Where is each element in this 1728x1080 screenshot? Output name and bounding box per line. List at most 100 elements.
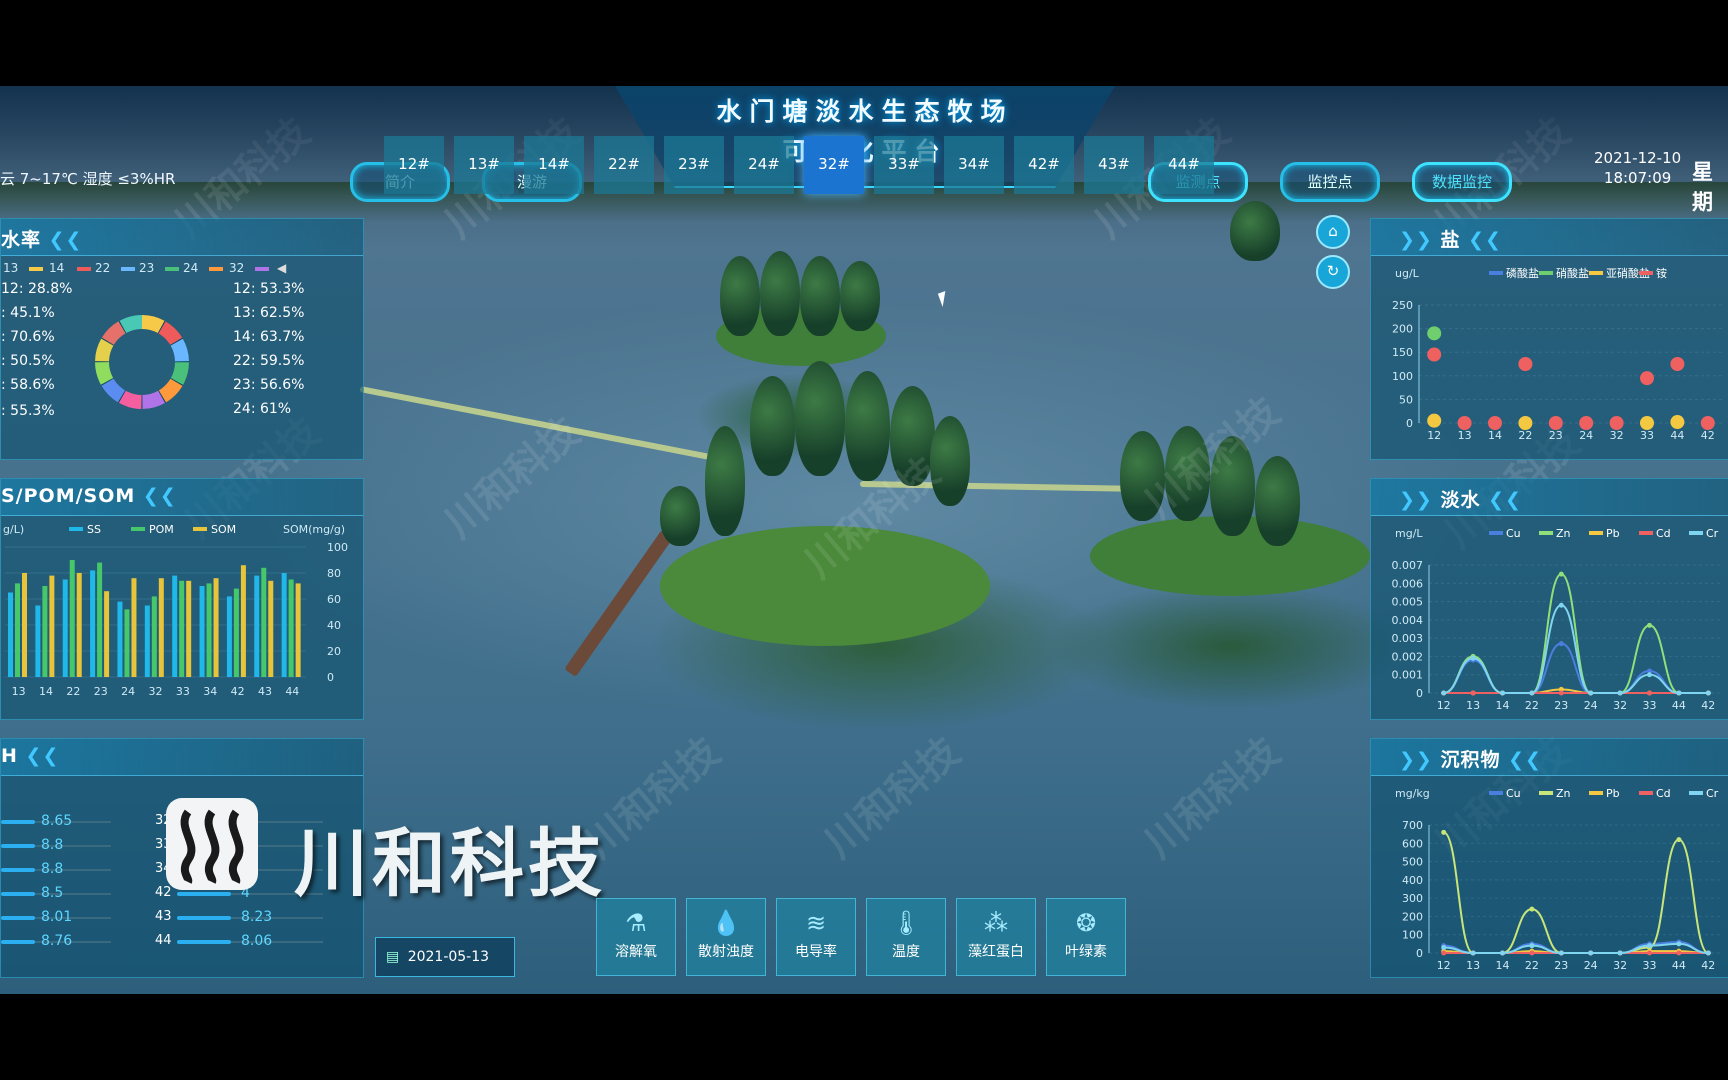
legend-swatch xyxy=(77,267,91,271)
line-point xyxy=(1529,943,1535,949)
scatter-point xyxy=(1609,416,1624,430)
station-tab-22[interactable]: 22# xyxy=(594,136,654,194)
ph-value: 8.8 xyxy=(41,861,64,877)
legend-swatch xyxy=(1589,531,1603,535)
bar-som xyxy=(295,583,301,677)
sediment-panel: ❯❯ 沉积物 ❮❮ mg/kg Cu Zn Pb Cd Cr 700 600 500 400 300… xyxy=(1370,738,1728,978)
station-tab-34[interactable]: 34# xyxy=(944,136,1004,194)
x-tick-label: 24 xyxy=(121,685,135,698)
station-tab-14[interactable]: 14# xyxy=(524,136,584,194)
y-tick-label: 0.002 xyxy=(1392,650,1424,663)
line-point xyxy=(1558,602,1564,608)
moisture-value: 14: 63.7% xyxy=(233,329,305,345)
scatter-point xyxy=(1700,416,1715,430)
y-tick-label: 100 xyxy=(327,541,348,554)
home-icon: ⌂ xyxy=(1328,222,1338,240)
ph-bar xyxy=(1,892,35,896)
line-point xyxy=(1558,950,1564,956)
panel-title: S/POM/SOM ❮❮ xyxy=(1,485,177,507)
ph-value: 8.5 xyxy=(41,885,64,901)
ph-value: 8.06 xyxy=(241,933,273,949)
station-tab-43[interactable]: 43# xyxy=(1084,136,1144,194)
bar-som xyxy=(158,578,164,677)
station-tab-23[interactable]: 23# xyxy=(664,136,724,194)
legend-label: Pb xyxy=(1606,527,1620,540)
date-picker[interactable]: ▤ 2021-05-13 xyxy=(375,937,515,977)
legend-page-left-icon[interactable]: ◀ xyxy=(277,261,286,275)
legend-swatch xyxy=(69,527,83,531)
legend-label: 23 xyxy=(139,261,155,275)
line-point xyxy=(1588,690,1594,696)
line-point xyxy=(1500,690,1505,696)
station-tab-32[interactable]: 32# xyxy=(804,136,864,194)
tool-button-turbidity[interactable]: 💧 散射浊度 xyxy=(686,898,766,976)
x-tick-label: 42 xyxy=(1701,699,1715,712)
bar-ss xyxy=(144,605,150,677)
y-tick-label: 400 xyxy=(1402,874,1423,887)
bar-pom xyxy=(69,560,75,677)
line-point xyxy=(1470,950,1476,956)
tool-button-dissolved-oxygen[interactable]: ⚗ 溶解氧 xyxy=(596,898,676,976)
x-tick-label: 43 xyxy=(258,685,272,698)
tool-button-chlorophyll[interactable]: ❂ 叶绿素 xyxy=(1046,898,1126,976)
weekday-text: 星期 xyxy=(1692,160,1713,214)
station-tab-42[interactable]: 42# xyxy=(1014,136,1074,194)
moisture-value: : 50.5% xyxy=(1,353,55,369)
x-tick-label: 13 xyxy=(1466,959,1480,972)
ph-bar xyxy=(177,940,231,944)
bar-ss xyxy=(226,596,232,677)
home-button[interactable]: ⌂ xyxy=(1316,215,1350,249)
y-unit: ug/L xyxy=(1395,267,1420,280)
y-tick-label: 20 xyxy=(327,645,341,658)
ph-bar xyxy=(177,892,231,896)
legend-swatch xyxy=(1639,271,1653,275)
x-tick-label: 32 xyxy=(1613,699,1627,712)
moisture-value: 22: 59.5% xyxy=(233,353,305,369)
y-tick-label: 100 xyxy=(1392,370,1413,383)
station-tab-33[interactable]: 33# xyxy=(874,136,934,194)
station-tab-24[interactable]: 24# xyxy=(734,136,794,194)
nav-data-monitor-button[interactable]: 数据监控 xyxy=(1412,162,1512,202)
panel-title: H ❮❮ xyxy=(1,745,60,767)
legend-label: 24 xyxy=(183,261,199,275)
reset-view-button[interactable]: ↻ xyxy=(1316,255,1350,289)
moisture-value: 24: 61% xyxy=(233,401,292,417)
scatter-point xyxy=(1548,416,1563,430)
scatter-point xyxy=(1518,357,1533,371)
y-tick-label: 0.006 xyxy=(1392,577,1424,590)
legend-label: Cd xyxy=(1656,787,1671,800)
moisture-value: 12: 53.3% xyxy=(233,281,305,297)
x-tick-label: 13 xyxy=(12,685,26,698)
legend-swatch xyxy=(193,527,207,531)
legend-swatch xyxy=(131,527,145,531)
station-tab-44[interactable]: 44# xyxy=(1154,136,1214,194)
phycoerythrin-icon: ⁂ xyxy=(984,909,1008,937)
station-tab-12[interactable]: 12# xyxy=(384,136,444,194)
turbidity-icon: 💧 xyxy=(711,909,741,937)
scatter-point xyxy=(1579,416,1594,430)
tool-button-thermometer[interactable]: 🌡 温度 xyxy=(866,898,946,976)
x-tick-label: 44 xyxy=(1672,699,1686,712)
line-point xyxy=(1529,690,1535,696)
causeway-south xyxy=(564,529,674,678)
line-point xyxy=(1529,950,1535,956)
moisture-value: : 55.3% xyxy=(1,403,55,419)
thermometer-icon: 🌡 xyxy=(890,909,922,937)
tree xyxy=(795,361,845,476)
tree xyxy=(840,261,880,331)
nav-camera-points-button[interactable]: 监控点 xyxy=(1280,162,1380,202)
line-point xyxy=(1617,950,1623,956)
y-unit-right: SOM(mg/g) xyxy=(283,523,345,536)
scatter-point xyxy=(1427,326,1442,341)
line-point xyxy=(1647,950,1652,956)
station-tab-13[interactable]: 13# xyxy=(454,136,514,194)
legend-swatch xyxy=(29,267,43,271)
panel-title: ❯❯ 盐 ❮❮ xyxy=(1399,229,1502,251)
legend-label: Cu xyxy=(1506,787,1521,800)
y-tick-label: 0.005 xyxy=(1392,596,1424,609)
tool-button-phycoerythrin[interactable]: ⁂ 藻红蛋白 xyxy=(956,898,1036,976)
tool-button-conductivity[interactable]: ≋ 电导率 xyxy=(776,898,856,976)
scatter-point xyxy=(1640,371,1654,386)
legend-label: Zn xyxy=(1556,787,1571,800)
bar-ss xyxy=(90,570,96,677)
